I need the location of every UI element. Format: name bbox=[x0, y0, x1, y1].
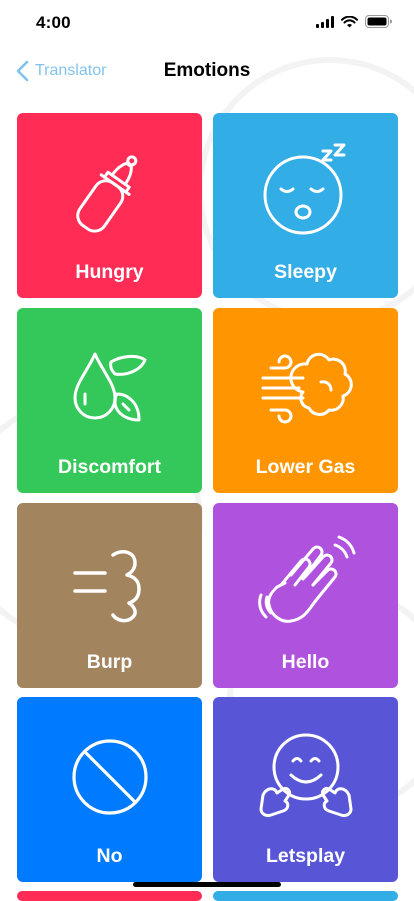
navigation-bar: Translator Emotions bbox=[0, 46, 414, 96]
tile-discomfort[interactable]: Discomfort bbox=[17, 308, 202, 493]
tile-letsplay[interactable]: Letsplay bbox=[213, 697, 398, 882]
prohibited-icon bbox=[71, 739, 148, 815]
home-indicator bbox=[133, 882, 281, 887]
status-icons bbox=[316, 15, 392, 28]
battery-icon bbox=[365, 15, 392, 28]
tile-sleepy-label: Sleepy bbox=[274, 261, 337, 283]
tile-letsplay-label: Letsplay bbox=[265, 845, 346, 867]
tile-lower-gas-label: Lower Gas bbox=[255, 456, 356, 478]
status-time: 4:00 bbox=[36, 13, 71, 32]
tile-hello-label: Hello bbox=[281, 651, 330, 673]
tile-burp[interactable]: Burp bbox=[17, 503, 202, 688]
status-bar: 4:00 bbox=[0, 0, 414, 46]
tile-hungry[interactable]: Hungry bbox=[17, 113, 202, 298]
tile-no[interactable]: No bbox=[17, 697, 202, 882]
wind-cloud-icon bbox=[261, 352, 353, 424]
tile-discomfort-label: Discomfort bbox=[58, 456, 161, 478]
tile-hungry-label: Hungry bbox=[75, 261, 144, 283]
sleepy-face-icon bbox=[263, 143, 345, 235]
tile-lower-gas[interactable]: Lower Gas bbox=[213, 308, 398, 493]
page-title: Emotions bbox=[163, 60, 251, 81]
hugging-face-icon bbox=[259, 733, 352, 817]
tile-sleepy[interactable]: Sleepy bbox=[213, 113, 398, 298]
signal-icon bbox=[316, 15, 334, 28]
droplets-icon bbox=[73, 352, 146, 422]
tile-no-label: No bbox=[96, 845, 123, 867]
wifi-icon bbox=[341, 15, 358, 27]
tile-partial-right[interactable] bbox=[213, 891, 398, 901]
tile-partial-left[interactable] bbox=[17, 891, 202, 901]
waving-hand-icon bbox=[257, 535, 355, 623]
baby-bottle-icon bbox=[75, 155, 137, 233]
tile-hello[interactable]: Hello bbox=[213, 503, 398, 688]
burp-puff-icon bbox=[72, 549, 141, 623]
tile-burp-label: Burp bbox=[86, 651, 133, 673]
